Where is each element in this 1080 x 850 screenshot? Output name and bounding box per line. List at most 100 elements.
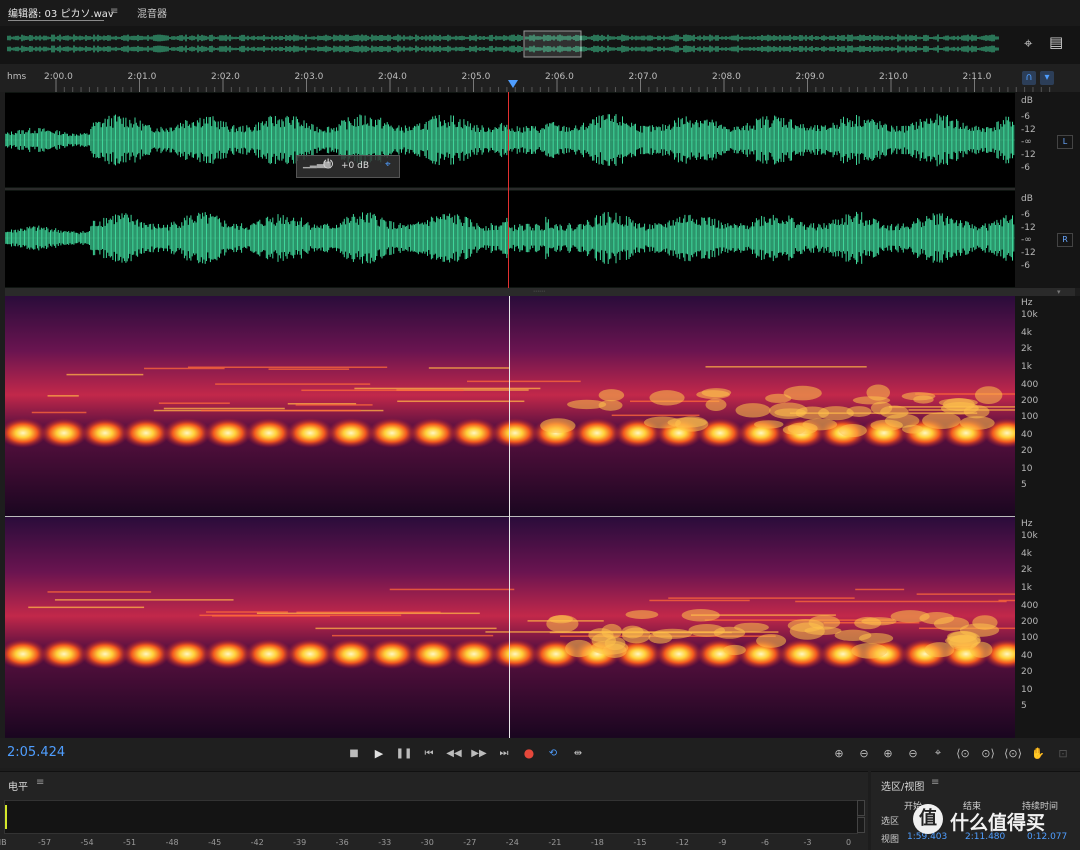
snap-icon[interactable]: ∩ bbox=[1022, 71, 1036, 85]
playhead-line-waveform[interactable] bbox=[508, 92, 509, 288]
level-scale-label: -15 bbox=[633, 838, 647, 847]
spectral-harmonic bbox=[467, 380, 581, 383]
go-to-end-button[interactable]: ⏭ bbox=[495, 744, 513, 762]
zoom-selection-icon[interactable]: ⟨⊙⟩ bbox=[1003, 744, 1023, 762]
spectral-harmonic bbox=[389, 588, 515, 591]
panel-divider[interactable]: ⋯⋯ ▾ bbox=[5, 288, 1075, 296]
fast-forward-button[interactable]: ▶▶ bbox=[470, 744, 488, 762]
zoom-out-time-icon[interactable]: ⊖ bbox=[903, 744, 923, 762]
spectral-area[interactable] bbox=[5, 296, 1015, 738]
clip-indicator-bottom[interactable] bbox=[857, 817, 865, 833]
spectral-harmonic bbox=[301, 389, 464, 392]
spectral-energy bbox=[648, 631, 673, 644]
clip-indicator-top[interactable] bbox=[857, 800, 865, 816]
waveform-area[interactable] bbox=[5, 92, 1015, 288]
level-scale-label: -48 bbox=[165, 838, 179, 847]
spectral-harmonic bbox=[998, 599, 1015, 602]
time-ruler[interactable]: hms 2:00.0 2:01.0 2:02.0 2:03.0 2:04.0 2:05.0… bbox=[0, 64, 1080, 92]
spectral-scale-label: 4k bbox=[1021, 328, 1032, 338]
list-view-icon[interactable]: ▤ bbox=[1049, 33, 1063, 51]
skip-selection-button[interactable]: ⇹ bbox=[569, 744, 587, 762]
ruler-tick-label: 2:04.0 bbox=[378, 72, 407, 82]
spectral-scale-label: 2k bbox=[1021, 344, 1032, 354]
record-button[interactable]: ● bbox=[520, 744, 538, 762]
spectral-harmonic bbox=[295, 404, 373, 406]
level-scale-label: 0 bbox=[846, 838, 852, 847]
spectral-bass-note bbox=[245, 418, 293, 448]
current-time-readout[interactable]: 2:05.424 bbox=[7, 745, 65, 760]
stop-button[interactable]: ■ bbox=[345, 744, 363, 762]
spectral-harmonic bbox=[54, 599, 234, 601]
spectral-harmonic bbox=[916, 593, 1015, 595]
gain-knob-icon[interactable]: ⏻ bbox=[323, 157, 333, 172]
ruler-tick-label: 2:06.0 bbox=[545, 72, 574, 82]
zoom-out-full-icon[interactable]: ⌖ bbox=[928, 744, 948, 762]
marker-pin-icon[interactable]: ▾ bbox=[1040, 71, 1054, 85]
spectral-harmonic bbox=[31, 411, 87, 414]
spectral-energy bbox=[598, 389, 625, 402]
spectral-energy bbox=[818, 406, 854, 421]
spectral-energy bbox=[834, 629, 872, 641]
overview-navigator[interactable]: ⌖ ▤ bbox=[0, 26, 1080, 64]
playhead-line-spectral[interactable] bbox=[509, 296, 510, 738]
level-scale-label: -36 bbox=[335, 838, 349, 847]
selection-view-panel: 选区/视图 ≡ 开始 结束 持续时间 选区 视图 1:59.403 2:11.4… bbox=[871, 771, 1080, 850]
spectral-harmonic bbox=[206, 611, 288, 613]
spectral-bass-note bbox=[40, 418, 88, 448]
spectral-scale-label: Hz bbox=[1021, 298, 1033, 308]
ruler-tick-label: 2:01.0 bbox=[127, 72, 157, 82]
spectral-energy bbox=[959, 416, 995, 430]
divider-grip-icon[interactable]: ⋯⋯ bbox=[533, 288, 545, 295]
zoom-in-left-icon[interactable]: ⟨⊙ bbox=[953, 744, 973, 762]
level-scale-label: -30 bbox=[420, 838, 434, 847]
selection-panel-menu-icon[interactable]: ≡ bbox=[931, 777, 939, 788]
spectral-scale: Hz 10k 4k 2k 1k 400 200 100 40 20 10 5 Hz 10k 4k 2k 1k 40… bbox=[1015, 296, 1080, 738]
loop-playback-button[interactable]: ⟲ bbox=[544, 744, 562, 762]
level-scale-label: -9 bbox=[718, 838, 727, 847]
spectral-energy bbox=[972, 615, 998, 630]
playhead-handle[interactable] bbox=[508, 80, 518, 88]
zoom-in-amplitude-icon[interactable]: ⊕ bbox=[829, 744, 849, 762]
spectral-scale-label: 200 bbox=[1021, 617, 1039, 627]
divider-chevron-icon[interactable]: ▾ bbox=[1057, 288, 1061, 296]
go-to-start-button[interactable]: ⏮ bbox=[420, 744, 438, 762]
level-scale-label: -18 bbox=[590, 838, 604, 847]
spectral-scale-label: 20 bbox=[1021, 667, 1033, 677]
spectral-energy bbox=[974, 386, 1003, 405]
zoom-in-time-icon[interactable]: ⊕ bbox=[878, 744, 898, 762]
tab-mixer[interactable]: 混音器 bbox=[137, 5, 167, 20]
waveform-scale-label: dB bbox=[1021, 194, 1033, 204]
play-button[interactable]: ▶ bbox=[370, 744, 388, 762]
pause-button[interactable]: ❚❚ bbox=[395, 744, 413, 762]
spectral-energy bbox=[540, 418, 576, 434]
hud-gain-control[interactable]: ▁▂▃▅ ⏻ +0 dB ⌖ bbox=[296, 155, 400, 178]
spectral-energy bbox=[591, 640, 629, 655]
channel-left-toggle[interactable]: L bbox=[1057, 135, 1073, 149]
hud-gain-value[interactable]: +0 dB bbox=[341, 161, 369, 171]
zoom-in-right-icon[interactable]: ⊙⟩ bbox=[978, 744, 998, 762]
channel-right-toggle[interactable]: R bbox=[1057, 233, 1073, 247]
rewind-button[interactable]: ◀◀ bbox=[445, 744, 463, 762]
zoom-hand-icon[interactable]: ✋ bbox=[1028, 744, 1048, 762]
spectral-harmonic bbox=[649, 599, 750, 602]
spectral-energy bbox=[723, 644, 746, 656]
zoom-full-icon[interactable]: ⌖ bbox=[1024, 34, 1032, 52]
level-scale-label: -21 bbox=[548, 838, 562, 847]
level-panel-menu-icon[interactable]: ≡ bbox=[36, 777, 44, 788]
ruler-unit-label: hms bbox=[7, 72, 27, 82]
pin-icon[interactable]: ⌖ bbox=[385, 159, 391, 170]
level-scale-label: -3 bbox=[803, 838, 812, 847]
waveform-scale-label: -∞ bbox=[1021, 137, 1032, 147]
spectral-energy bbox=[933, 616, 970, 631]
ruler-tick-label: 2:09.0 bbox=[795, 72, 825, 82]
zoom-out-amplitude-icon[interactable]: ⊖ bbox=[854, 744, 874, 762]
spectral-harmonic bbox=[315, 627, 497, 630]
spectral-scale-label: 200 bbox=[1021, 396, 1039, 406]
spectral-bass-note bbox=[491, 639, 539, 669]
ruler-tick-label: 2:07.0 bbox=[628, 72, 658, 82]
tab-menu-icon[interactable]: ≡ bbox=[110, 6, 118, 17]
watermark-text: 什么值得买 bbox=[950, 812, 1046, 834]
spectral-harmonic bbox=[163, 407, 285, 410]
tab-editor[interactable]: 编辑器: 03 ピカソ.wav bbox=[8, 5, 114, 20]
level-scale-label: -54 bbox=[80, 838, 94, 847]
